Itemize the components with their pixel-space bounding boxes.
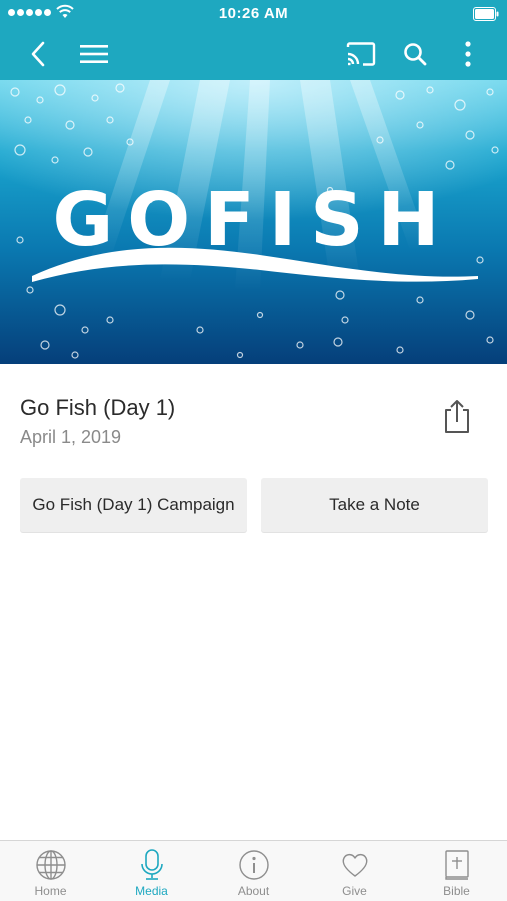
- go-fish-logo: GOFISH: [53, 177, 454, 263]
- more-options-button[interactable]: [456, 28, 480, 80]
- tab-about[interactable]: About: [203, 841, 304, 901]
- media-date: April 1, 2019: [20, 427, 122, 447]
- tab-give[interactable]: Give: [304, 841, 405, 901]
- cast-button[interactable]: [342, 28, 380, 80]
- tab-label-give: Give: [342, 884, 367, 898]
- battery-icon: [473, 7, 499, 21]
- back-button[interactable]: [20, 28, 56, 80]
- more-vertical-icon: [465, 41, 471, 67]
- navigation-bar: [0, 28, 507, 80]
- tab-label-home: Home: [34, 884, 67, 898]
- cast-icon: [346, 42, 376, 66]
- campaign-button[interactable]: Go Fish (Day 1) Campaign: [20, 478, 247, 532]
- sermon-banner-image: GOFISH: [0, 80, 507, 364]
- globe-icon: [35, 850, 66, 880]
- tab-bar: Home Media About Give Bible: [0, 840, 507, 901]
- tab-media[interactable]: Media: [101, 841, 202, 901]
- tab-label-media: Media: [135, 884, 168, 898]
- menu-button[interactable]: [76, 28, 112, 80]
- tab-home[interactable]: Home: [0, 841, 101, 901]
- info-icon: [238, 850, 269, 880]
- tab-label-about: About: [237, 884, 270, 898]
- heart-icon: [342, 853, 367, 877]
- bible-icon: [444, 850, 469, 880]
- media-title: Go Fish (Day 1): [20, 395, 176, 420]
- tab-label-bible: Bible: [443, 884, 470, 898]
- hamburger-menu-icon: [80, 45, 108, 63]
- search-icon: [404, 43, 427, 66]
- tab-bible[interactable]: Bible: [406, 841, 507, 901]
- chevron-left-icon: [31, 41, 45, 67]
- share-button[interactable]: [440, 398, 474, 434]
- share-icon: [445, 400, 469, 433]
- search-button[interactable]: [398, 28, 432, 80]
- microphone-icon: [140, 849, 163, 880]
- take-a-note-button[interactable]: Take a Note: [261, 478, 488, 532]
- status-bar: 10:26 AM: [0, 0, 507, 28]
- status-time: 10:26 AM: [218, 5, 289, 22]
